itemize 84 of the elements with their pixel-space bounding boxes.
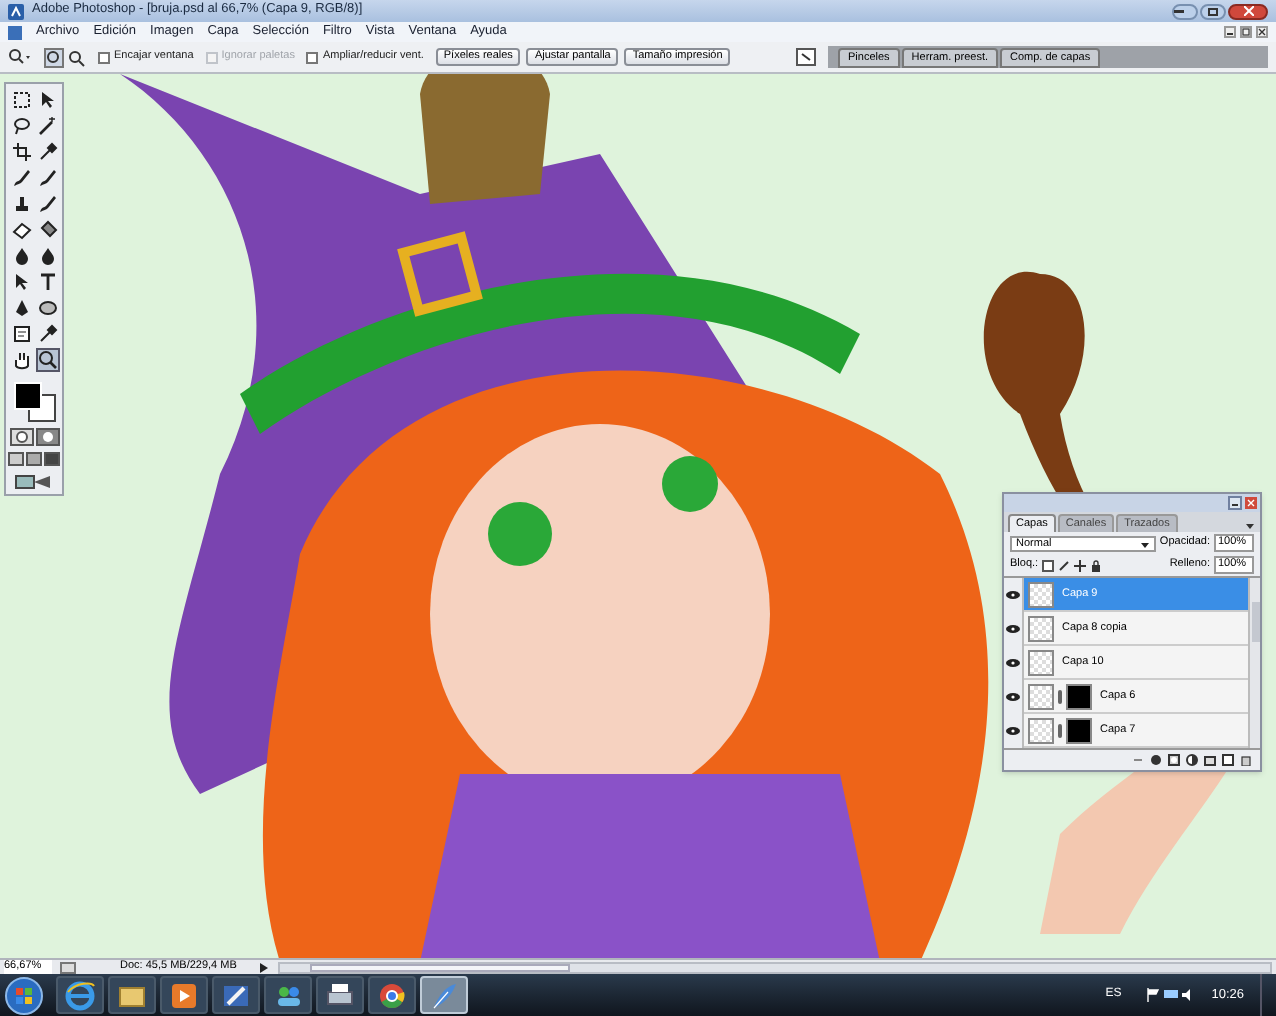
- crop-icon[interactable]: [11, 142, 31, 162]
- layer-thumbnail: [1028, 717, 1054, 743]
- brush-icon[interactable]: [37, 194, 57, 214]
- maximize-button[interactable]: [1200, 3, 1226, 19]
- folder-icon[interactable]: [1204, 754, 1216, 766]
- taskbar-button[interactable]: [368, 976, 416, 1014]
- lock-icon[interactable]: [1090, 559, 1103, 571]
- eyedropper-icon[interactable]: [37, 142, 57, 162]
- printer-icon: [324, 979, 356, 1011]
- document-icon: [8, 25, 22, 39]
- close-button[interactable]: [1228, 3, 1268, 19]
- note-icon[interactable]: [11, 324, 31, 344]
- brush-icon[interactable]: [37, 168, 57, 188]
- close-icon: [1243, 6, 1253, 16]
- pen-icon[interactable]: [11, 298, 31, 318]
- horizontal-scrollbar[interactable]: [278, 961, 1272, 973]
- zoom-in-icon[interactable]: [44, 47, 64, 67]
- stamp-icon[interactable]: [11, 194, 31, 214]
- restore-icon[interactable]: [1240, 26, 1252, 38]
- eye-icon[interactable]: [1006, 657, 1020, 667]
- zoom-icon[interactable]: [37, 350, 57, 370]
- speaker-icon[interactable]: [1181, 988, 1196, 1002]
- bucket-icon[interactable]: [37, 220, 57, 240]
- move-icon[interactable]: [1074, 559, 1087, 571]
- scrollbar-thumb[interactable]: [310, 963, 570, 971]
- text-icon[interactable]: [37, 272, 57, 292]
- zoom-out-icon[interactable]: [66, 47, 86, 67]
- layer-thumbnail: [1028, 615, 1054, 641]
- palette-well-icon[interactable]: [796, 48, 816, 66]
- arrow-icon[interactable]: [37, 90, 57, 110]
- new-layer-icon[interactable]: [1222, 754, 1234, 766]
- layer-thumbnail: [1028, 649, 1054, 675]
- taskbar-button[interactable]: [108, 976, 156, 1014]
- app-icon: [8, 3, 24, 19]
- taskbar-button[interactable]: [212, 976, 260, 1014]
- color-swatches-drawing[interactable]: [14, 382, 56, 422]
- flag-icon[interactable]: [1145, 988, 1160, 1002]
- caret-icon: [1139, 539, 1150, 549]
- eye-icon[interactable]: [1006, 589, 1020, 599]
- scrollbar[interactable]: [1248, 578, 1260, 748]
- minimize-icon[interactable]: [1228, 496, 1242, 510]
- ellipse-icon[interactable]: [37, 298, 57, 318]
- wand-icon[interactable]: [37, 116, 57, 136]
- trash-icon[interactable]: [1240, 754, 1252, 766]
- eyedropper-icon[interactable]: [37, 324, 57, 344]
- marquee-icon[interactable]: [11, 90, 31, 110]
- start-button[interactable]: [4, 975, 44, 1015]
- chrome-icon: [376, 979, 408, 1011]
- preview-icon[interactable]: [60, 961, 76, 973]
- play-icon: [168, 979, 200, 1011]
- minimize-icon[interactable]: [1224, 26, 1236, 38]
- mask-icon[interactable]: [1168, 754, 1180, 766]
- eraser-icon[interactable]: [11, 220, 31, 240]
- eye-icon[interactable]: [1006, 623, 1020, 633]
- layer-thumbnail: [1028, 581, 1054, 607]
- drop-icon[interactable]: [11, 246, 31, 266]
- taskbar-button[interactable]: [264, 976, 312, 1014]
- minimize-icon: [1174, 9, 1184, 13]
- browser-icon: [64, 979, 96, 1011]
- network-icon[interactable]: [1163, 988, 1178, 1002]
- zoom-icon[interactable]: [8, 48, 32, 66]
- maximize-icon: [1208, 7, 1218, 15]
- scrollbar-thumb[interactable]: [1251, 602, 1259, 642]
- eye-icon[interactable]: [1006, 691, 1020, 701]
- close-icon[interactable]: [1256, 26, 1268, 38]
- taskbar-button[interactable]: [316, 976, 364, 1014]
- minimize-button[interactable]: [1172, 3, 1198, 19]
- jump-to-icon[interactable]: [14, 472, 54, 490]
- taskbar-button[interactable]: [56, 976, 104, 1014]
- taskbar-button[interactable]: [160, 976, 208, 1014]
- brush-icon[interactable]: [11, 168, 31, 188]
- layer-thumbnail: [1028, 683, 1054, 709]
- standard-mode-icon[interactable]: [9, 428, 33, 446]
- quick-mask-icon[interactable]: [35, 428, 59, 446]
- eye-icon[interactable]: [1006, 725, 1020, 735]
- adjustment-icon[interactable]: [1186, 754, 1198, 766]
- hand-icon[interactable]: [11, 350, 31, 370]
- drop-icon[interactable]: [37, 246, 57, 266]
- effects-icon[interactable]: [1150, 754, 1162, 766]
- feather-icon: [428, 979, 460, 1011]
- lasso-icon[interactable]: [11, 116, 31, 136]
- brush-icon[interactable]: [1058, 559, 1071, 571]
- lock-transparency-icon[interactable]: [1042, 559, 1055, 571]
- arrow-icon[interactable]: [11, 272, 31, 292]
